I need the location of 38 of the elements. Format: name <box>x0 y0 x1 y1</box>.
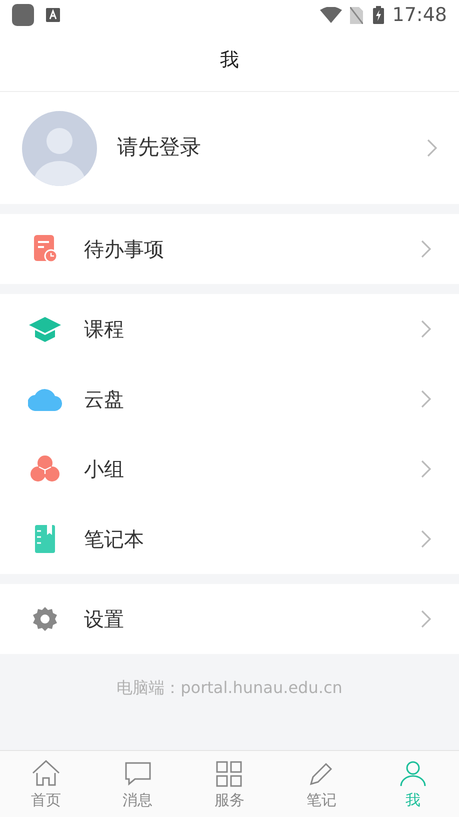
footer-note: 电脑端：portal.hunau.edu.cn <box>116 677 342 699</box>
menu-item[interactable]: 笔记本 <box>0 504 459 574</box>
menu-item[interactable]: 小组 <box>0 434 459 504</box>
menu-label: 课程 <box>84 316 125 343</box>
menu-item[interactable]: 设置 <box>0 584 459 654</box>
chevron-icon <box>421 320 431 338</box>
menu-item[interactable]: 云盘 <box>0 364 459 434</box>
chevron-icon <box>421 530 431 548</box>
no-sim-icon <box>350 6 364 24</box>
menu-label: 云盘 <box>84 386 125 413</box>
cloud-icon <box>28 387 62 411</box>
home-icon <box>30 759 61 789</box>
menu-label: 笔记本 <box>84 526 145 553</box>
keyboard-icon <box>46 8 60 22</box>
chevron-icon <box>421 390 431 408</box>
chevron-icon <box>421 460 431 478</box>
person-icon <box>398 759 428 789</box>
settings-icon <box>32 606 58 632</box>
login-row[interactable]: 请先登录 <box>0 92 459 204</box>
status-time: 17:48 <box>392 2 447 28</box>
grid-icon <box>214 759 244 789</box>
app-icon <box>12 4 34 26</box>
login-prompt: 请先登录 <box>117 134 202 162</box>
wifi-icon <box>320 7 342 23</box>
menu-label: 设置 <box>84 606 125 633</box>
menu-item[interactable]: 课程 <box>0 294 459 364</box>
chevron-icon <box>421 240 431 258</box>
document-clock-icon <box>32 235 58 263</box>
menu-label: 小组 <box>84 456 125 483</box>
battery-icon <box>373 6 384 24</box>
chevron-icon <box>427 139 437 157</box>
notebook-icon <box>33 525 57 553</box>
graduation-cap-icon <box>28 315 62 343</box>
menu-label: 待办事项 <box>84 236 165 263</box>
page-title: 我 <box>220 48 239 74</box>
chevron-icon <box>421 610 431 628</box>
menu-item[interactable]: 待办事项 <box>0 214 459 284</box>
circles-icon <box>30 455 60 483</box>
